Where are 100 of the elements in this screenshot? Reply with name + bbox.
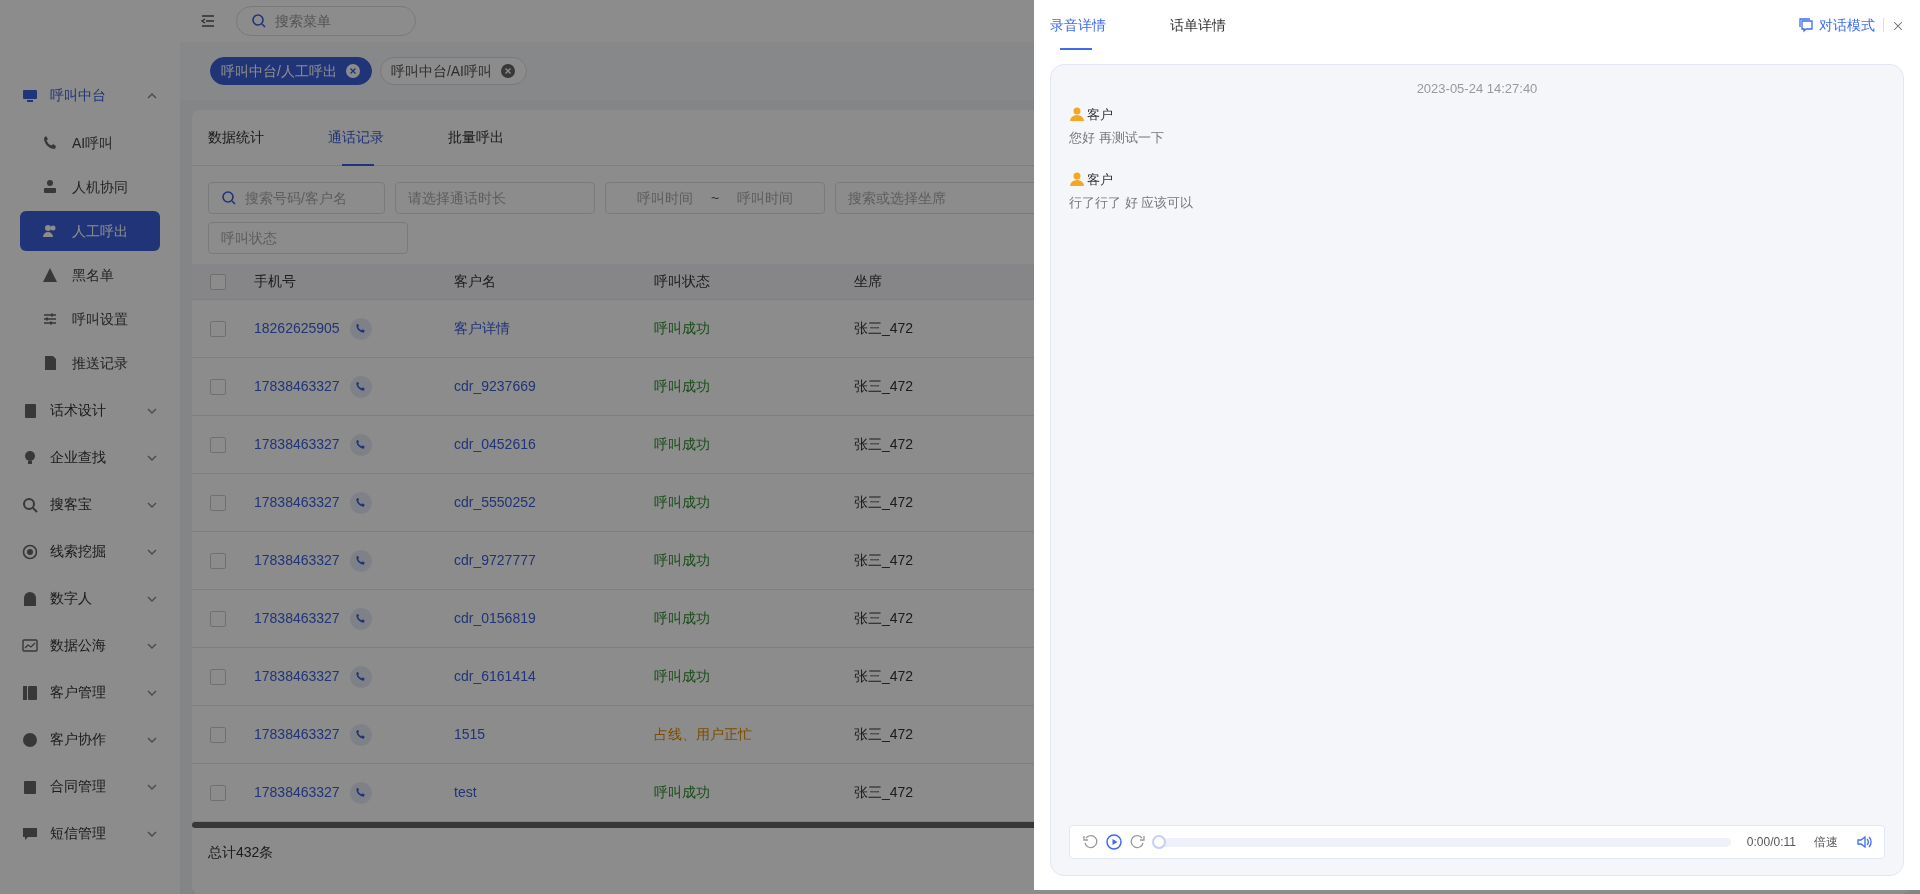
row-checkbox[interactable] [210, 320, 226, 337]
rewind-button[interactable] [1082, 834, 1098, 850]
call-button[interactable] [349, 723, 372, 746]
sidebar-item[interactable]: 线索挖掘 [0, 528, 180, 575]
call-status: 占线、用户正忙 [654, 726, 752, 742]
phone-link[interactable]: 17838463327 [254, 434, 340, 455]
chat-icon [1798, 17, 1814, 33]
customer-link[interactable]: cdr_0452616 [454, 436, 536, 452]
play-icon [1106, 834, 1122, 850]
customer-link[interactable]: cdr_6161414 [454, 668, 536, 684]
submenu-item[interactable]: 推送记录 [20, 343, 160, 383]
customer-link[interactable]: cdr_0156819 [454, 610, 536, 626]
close-icon[interactable] [344, 63, 361, 79]
call-button[interactable] [349, 433, 372, 456]
call-button[interactable] [349, 607, 372, 630]
tab[interactable]: 数据统计 [208, 110, 328, 165]
playback-time: 0:00/0:11 [1746, 834, 1796, 851]
sidebar-item[interactable]: 客户管理 [0, 669, 180, 716]
phone-link[interactable]: 17838463327 [254, 376, 340, 397]
sidebar-item[interactable]: 呼叫中台 [0, 72, 180, 119]
warning-icon [42, 267, 58, 283]
phone-link[interactable]: 17838463327 [254, 608, 340, 629]
phone-link[interactable]: 17838463327 [254, 724, 340, 745]
select-all-checkbox[interactable] [210, 273, 226, 290]
sidebar-item[interactable]: 合同管理 [0, 763, 180, 810]
customer-link[interactable]: cdr_9727777 [454, 552, 536, 568]
call-button[interactable] [349, 375, 372, 398]
user-laptop-icon [42, 179, 58, 195]
phone-icon [355, 497, 367, 508]
call-status: 呼叫成功 [654, 668, 710, 684]
play-button[interactable] [1106, 834, 1122, 850]
volume-button[interactable] [1856, 834, 1872, 850]
call-button[interactable] [349, 665, 372, 688]
customer-link[interactable]: 1515 [454, 726, 486, 742]
contact-card-icon [22, 684, 38, 701]
phone-icon [355, 323, 367, 334]
submenu-item[interactable]: 人工呼出 [20, 211, 160, 251]
column-header: 手机号 [254, 272, 296, 291]
forward-button[interactable] [1130, 834, 1146, 850]
sidebar-item[interactable]: 数据公海 [0, 622, 180, 669]
phone-link[interactable]: 17838463327 [254, 666, 340, 687]
call-status: 呼叫成功 [654, 320, 710, 336]
lightbulb-icon [22, 449, 38, 466]
page-tag[interactable]: 呼叫中台/AI呼叫 [379, 57, 527, 85]
phone-link[interactable]: 17838463327 [254, 782, 340, 803]
phone-link[interactable]: 17838463327 [254, 550, 340, 571]
sidebar-item[interactable]: 数字人 [0, 575, 180, 622]
row-checkbox[interactable] [210, 552, 226, 569]
submenu-item[interactable]: 人机协同 [20, 167, 160, 207]
close-icon[interactable] [500, 63, 516, 79]
chart-icon [22, 637, 38, 654]
tab[interactable]: 话单详情 [1170, 0, 1290, 50]
sidebar-item[interactable]: 客户协作 [0, 716, 180, 763]
phone-link[interactable]: 17838463327 [254, 492, 340, 513]
sliders-icon [42, 311, 58, 327]
row-checkbox[interactable] [210, 494, 226, 511]
customer-link[interactable]: 客户详情 [454, 320, 510, 336]
tab[interactable]: 批量呼出 [448, 110, 568, 165]
row-checkbox[interactable] [210, 378, 226, 395]
page-tag[interactable]: 呼叫中台/人工呼出 [210, 57, 372, 85]
call-button[interactable] [349, 781, 372, 804]
close-icon [1892, 20, 1904, 33]
sidebar-item[interactable]: 搜客宝 [0, 481, 180, 528]
row-checkbox[interactable] [210, 610, 226, 627]
column-header: 呼叫状态 [654, 273, 710, 289]
submenu-item[interactable]: AI呼叫 [20, 123, 160, 163]
call-button[interactable] [349, 317, 372, 340]
tab[interactable]: 录音详情 [1050, 0, 1170, 50]
call-status: 呼叫成功 [654, 494, 710, 510]
table-cell: 张三_472 [854, 784, 914, 800]
phone-icon [355, 671, 367, 682]
row-checkbox[interactable] [210, 784, 226, 801]
sidebar-item[interactable]: 话术设计 [0, 387, 180, 434]
table-cell: 张三_472 [854, 552, 914, 568]
phone-icon [355, 439, 367, 450]
call-button[interactable] [349, 491, 372, 514]
menu-icon[interactable] [200, 13, 216, 29]
sidebar-item[interactable]: 企业查找 [0, 434, 180, 481]
speed-button[interactable]: 倍速 [1814, 833, 1838, 851]
phone-link[interactable]: 18262625905 [254, 318, 340, 339]
sidebar-item[interactable]: 短信管理 [0, 810, 180, 857]
customer-link[interactable]: test [454, 784, 477, 800]
volume-icon [1856, 834, 1872, 850]
table-cell: 张三_472 [854, 378, 914, 394]
call-button[interactable] [349, 549, 372, 572]
customer-link[interactable]: cdr_9237669 [454, 378, 536, 394]
dialogue-mode-button[interactable]: 对话模式 [1798, 14, 1875, 36]
tab[interactable]: 通话记录 [328, 110, 448, 165]
row-checkbox[interactable] [210, 436, 226, 453]
row-checkbox[interactable] [210, 726, 226, 743]
table-cell: 张三_472 [854, 320, 914, 336]
table-cell: 张三_472 [854, 436, 914, 452]
call-status: 呼叫成功 [654, 610, 710, 626]
submenu-item[interactable]: 呼叫设置 [20, 299, 160, 339]
customer-link[interactable]: cdr_5550252 [454, 494, 536, 510]
users-icon [42, 223, 58, 239]
submenu-item[interactable]: 黑名单 [20, 255, 160, 295]
row-checkbox[interactable] [210, 668, 226, 685]
phone-icon [355, 381, 367, 392]
message-text: 行了行了 好 应该可以 [1069, 195, 1194, 210]
